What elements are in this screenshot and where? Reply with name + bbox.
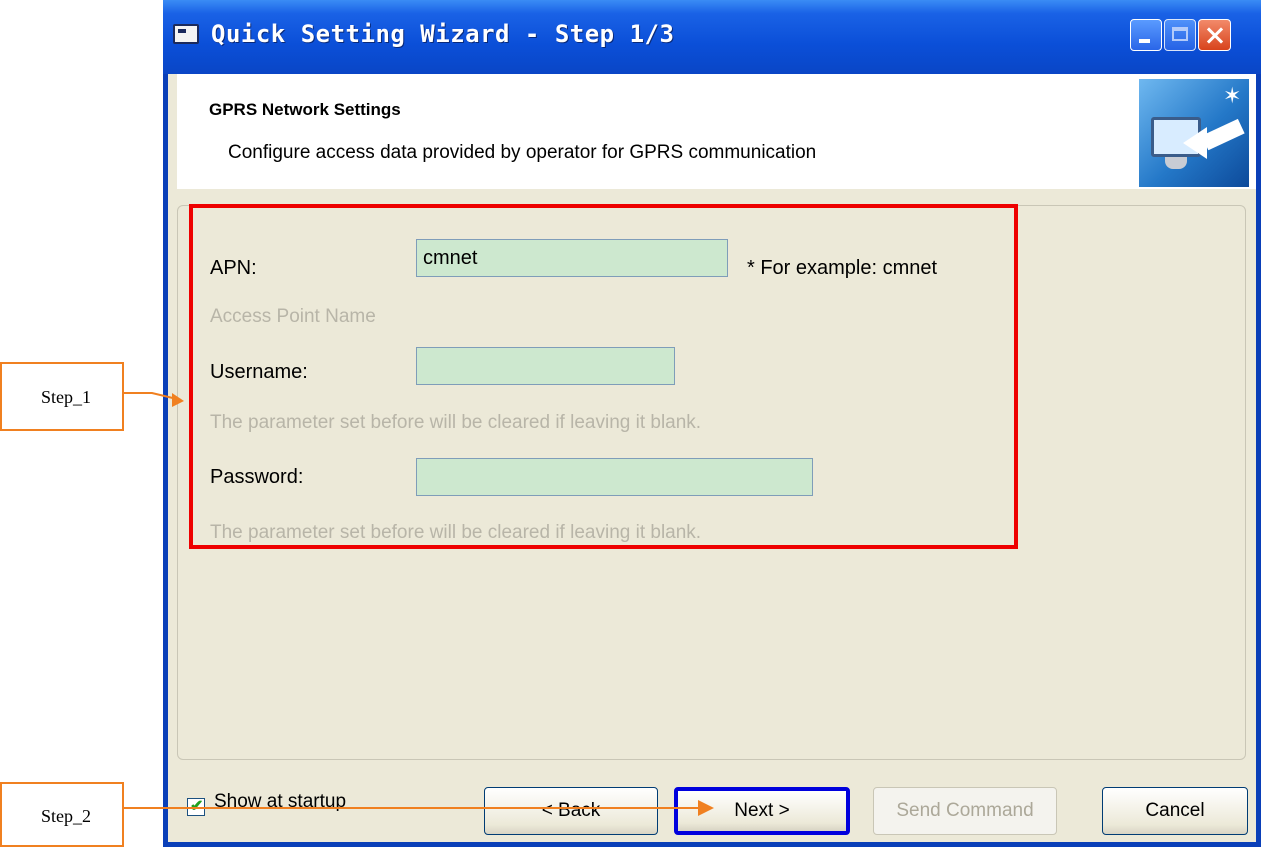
back-button[interactable]: < Back <box>484 787 658 835</box>
monitor-arrow-icon: ✶ <box>1139 79 1249 187</box>
next-button[interactable]: Next > <box>674 787 850 835</box>
wizard-window: Quick Setting Wizard - Step 1/3 GPRS Net… <box>163 0 1261 847</box>
close-button[interactable] <box>1198 19 1231 51</box>
step1-highlight-box <box>189 204 1018 549</box>
header-panel: GPRS Network Settings Configure access d… <box>177 74 1256 189</box>
app-icon[interactable] <box>173 24 199 44</box>
show-at-startup-checkbox[interactable]: ✔ <box>187 798 205 816</box>
maximize-button[interactable] <box>1164 19 1196 51</box>
minimize-button[interactable] <box>1130 19 1162 51</box>
page-description: Configure access data provided by operat… <box>228 142 817 163</box>
step1-label: Step_1 <box>41 387 92 407</box>
step1-callout: Step_1 <box>0 362 124 431</box>
cancel-button[interactable]: Cancel <box>1102 787 1248 835</box>
show-at-startup-label[interactable]: Show at startup <box>214 791 346 813</box>
step2-label: Step_2 <box>41 806 92 826</box>
client-area: GPRS Network Settings Configure access d… <box>168 74 1256 842</box>
title-bar[interactable]: Quick Setting Wizard - Step 1/3 <box>163 0 1261 74</box>
window-title: Quick Setting Wizard - Step 1/3 <box>211 20 675 48</box>
step2-callout: Step_2 <box>0 782 124 847</box>
send-command-button[interactable]: Send Command <box>873 787 1057 835</box>
check-icon: ✔ <box>190 798 204 815</box>
page-title: GPRS Network Settings <box>209 100 401 119</box>
